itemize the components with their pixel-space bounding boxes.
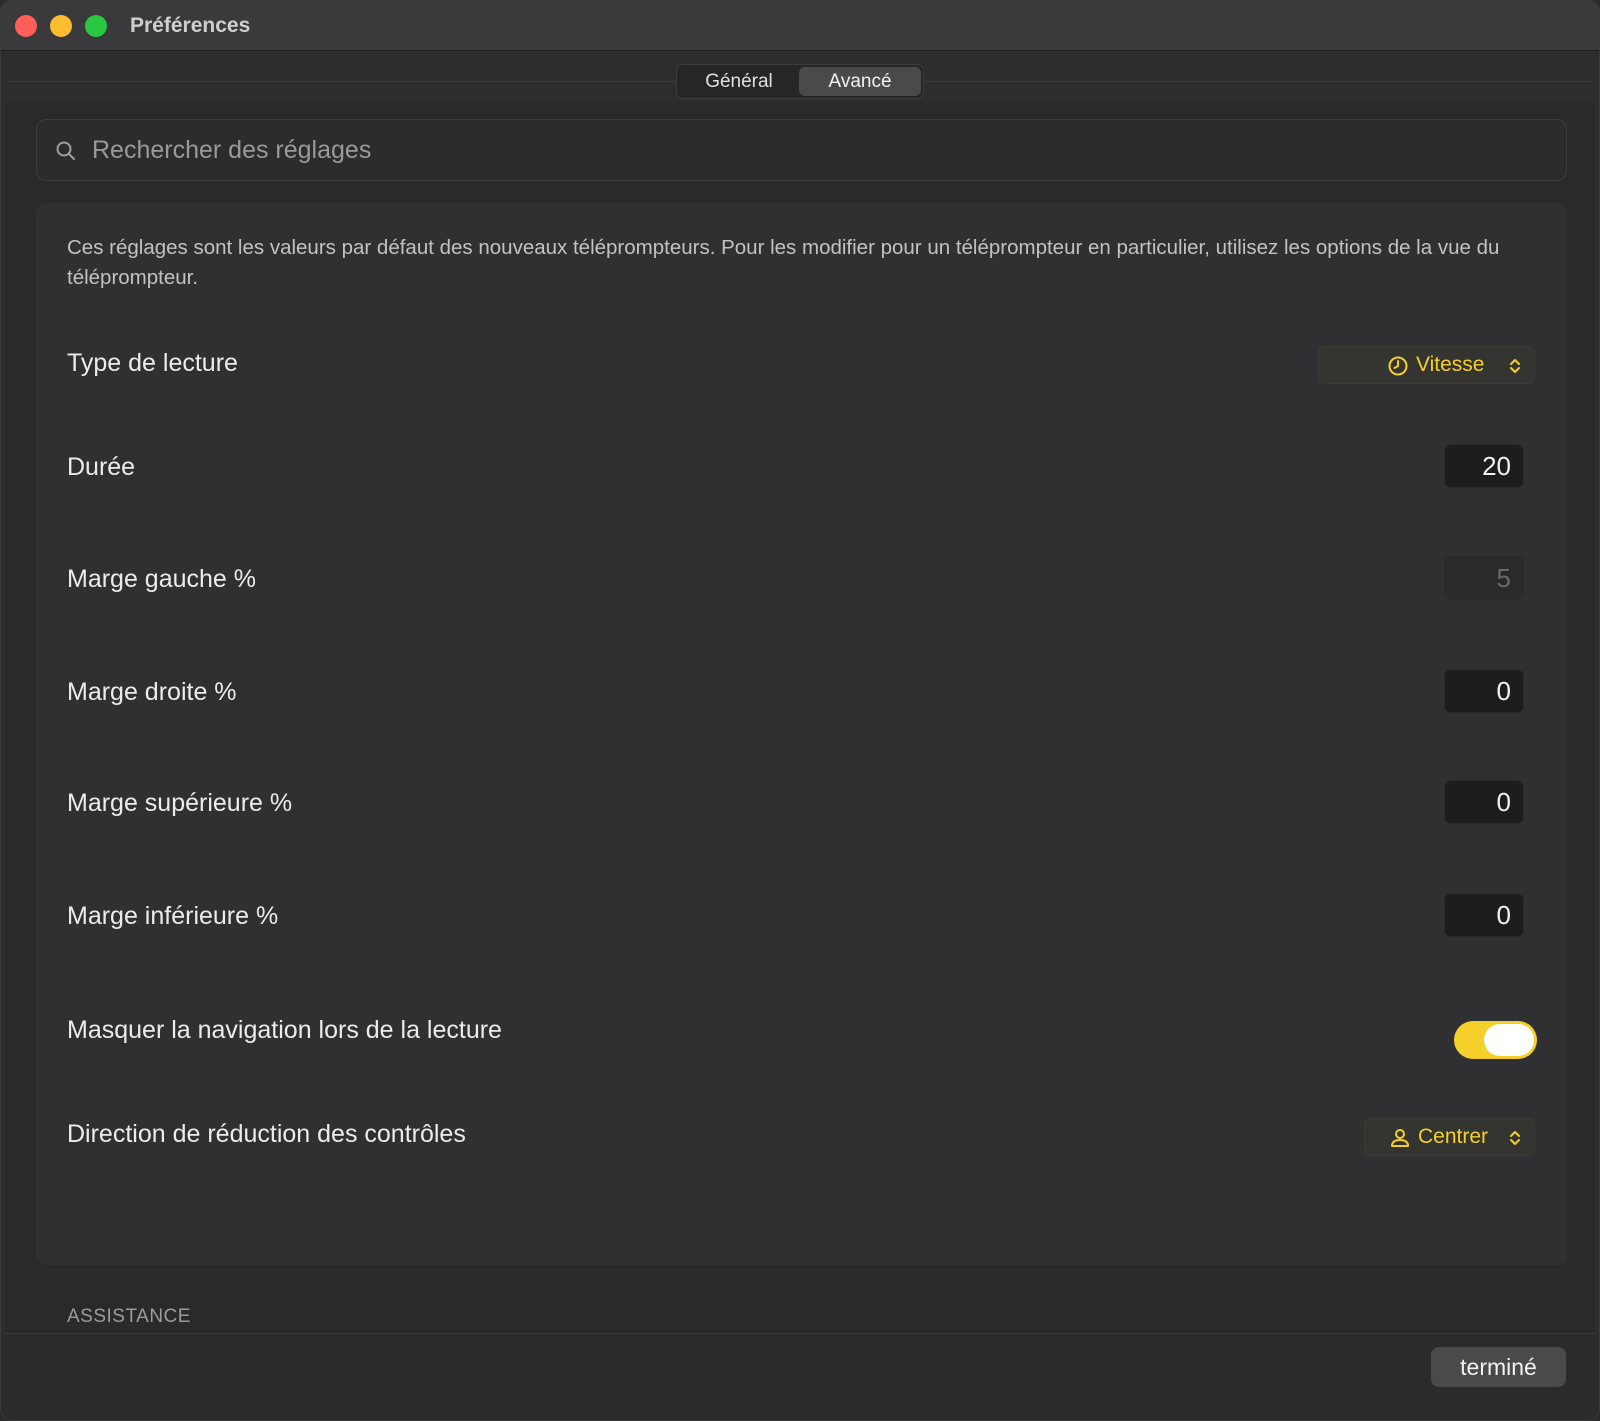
margin-left-label: Marge gauche % <box>67 565 257 593</box>
zoom-window-button[interactable] <box>85 15 107 37</box>
section-header-assistance: ASSISTANCE <box>67 1306 191 1327</box>
minimize-window-button[interactable] <box>50 15 72 37</box>
margin-top-label: Marge supérieure % <box>67 789 293 817</box>
person-center-icon <box>1391 1129 1409 1147</box>
margin-top-field[interactable]: 0 <box>1444 780 1524 824</box>
settings-panel: Ces réglages sont les valeurs par défaut… <box>36 203 1567 1265</box>
tab-control: Général Avancé <box>676 64 924 99</box>
search-input[interactable] <box>92 120 1542 180</box>
close-window-button[interactable] <box>15 15 37 37</box>
panel-description: Ces réglages sont les valeurs par défaut… <box>67 236 1500 289</box>
playback-type-label: Type de lecture <box>67 349 238 377</box>
chevron-updown-icon <box>1510 1131 1520 1145</box>
playback-type-popup[interactable]: Vitesse <box>1318 346 1535 384</box>
chevron-updown-icon <box>1510 359 1520 373</box>
margin-left-field[interactable]: 5 <box>1444 556 1524 600</box>
search-icon <box>56 141 75 160</box>
clock-icon <box>1388 356 1408 376</box>
margin-right-field[interactable]: 0 <box>1444 669 1524 713</box>
duration-field[interactable]: 20 <box>1444 444 1524 488</box>
hide-navigation-toggle[interactable] <box>1454 1021 1537 1059</box>
preferences-window: Préférences Général Avancé Ces réglages … <box>0 0 1600 1421</box>
margin-bottom-field[interactable]: 0 <box>1444 893 1524 937</box>
duration-label: Durée <box>67 453 136 481</box>
footer-bar <box>1 1334 1599 1420</box>
toggle-knob <box>1484 1024 1534 1056</box>
controls-direction-value: Centrer <box>1418 1125 1489 1148</box>
controls-direction-label: Direction de réduction des contrôles <box>67 1120 466 1148</box>
margin-right-label: Marge droite % <box>67 678 237 706</box>
controls-direction-popup[interactable]: Centrer <box>1364 1118 1535 1156</box>
search-field[interactable] <box>36 119 1567 181</box>
tab-advanced[interactable]: Avancé <box>799 67 921 96</box>
margin-bottom-label: Marge inférieure % <box>67 902 279 930</box>
hide-navigation-label: Masquer la navigation lors de la lecture <box>67 1016 502 1044</box>
title-bar: Préférences <box>1 1 1599 51</box>
tab-general[interactable]: Général <box>681 67 797 96</box>
playback-type-value: Vitesse <box>1416 353 1485 376</box>
window-title: Préférences <box>130 14 251 37</box>
done-button[interactable]: terminé <box>1431 1347 1566 1387</box>
